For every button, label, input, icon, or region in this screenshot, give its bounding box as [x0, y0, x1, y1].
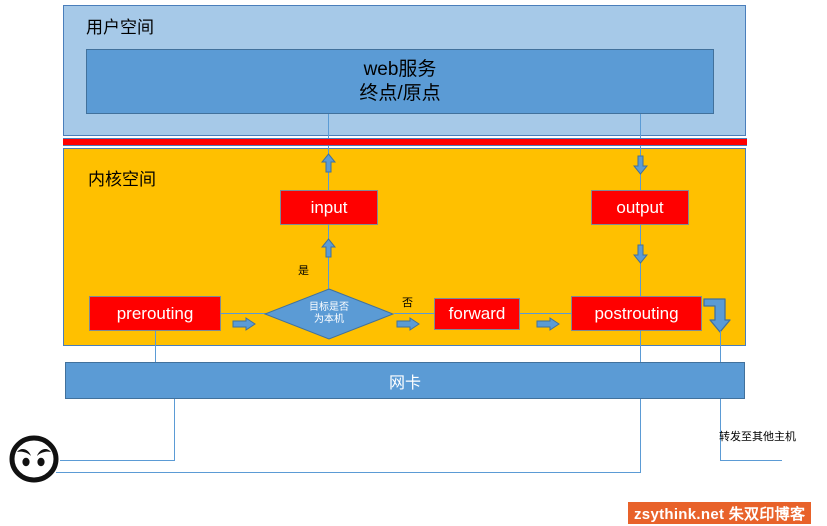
forward-other-hosts-label: 转发至其他主机: [719, 431, 796, 443]
arrow-down-to-output-icon: [633, 155, 648, 175]
output-chain-box: output: [591, 190, 689, 225]
connector-web-to-input: [328, 114, 329, 140]
prerouting-chain-box: prerouting: [89, 296, 221, 331]
arrow-up-to-input-icon: [321, 238, 336, 258]
postrouting-chain-box: postrouting: [571, 296, 702, 331]
connector-decision-to-forward: [394, 313, 434, 314]
input-chain-box: input: [280, 190, 378, 225]
decision-yes-label: 是: [298, 265, 309, 277]
decision-diamond-shape: [264, 288, 394, 340]
angry-face-icon: [9, 435, 59, 483]
connector-nic-in-down: [174, 399, 175, 461]
arrow-right-prerouting-icon: [232, 317, 256, 331]
arrow-right-to-forward-icon: [396, 317, 420, 331]
watermark: zsythink.net 朱双印博客: [628, 502, 812, 524]
connector-prerouting-to-nic: [155, 331, 156, 362]
network-card-box: 网卡: [65, 362, 745, 399]
web-service-label-line1: web服务: [363, 58, 437, 80]
connector-forward-other-right: [720, 460, 782, 461]
decision-diamond: 目标是否 为本机: [264, 288, 394, 340]
diagram-canvas: 用户空间 web服务 终点/原点 内核空间 input output 是 pre…: [0, 0, 827, 526]
connector-elbow-to-nic: [720, 331, 721, 362]
connector-postrouting-to-nic: [640, 331, 641, 362]
arrow-down-to-postrouting-icon: [633, 244, 648, 264]
userspace-kernelspace-separator: [63, 138, 747, 146]
web-service-box: web服务 终点/原点: [86, 49, 714, 114]
connector-nic-in-to-face: [60, 460, 175, 461]
forward-chain-box: forward: [434, 298, 520, 330]
decision-no-label: 否: [402, 297, 413, 309]
connector-nic-out-to-face: [56, 472, 641, 473]
connector-forward-to-postrouting: [520, 313, 571, 314]
connector-prerouting-to-decision: [221, 313, 266, 314]
web-service-label-line2: 终点/原点: [359, 82, 441, 104]
kernelspace-label: 内核空间: [88, 170, 156, 189]
arrow-right-to-postrouting-icon: [536, 317, 560, 331]
userspace-label: 用户空间: [86, 18, 154, 37]
connector-nic-out-down: [640, 399, 641, 472]
arrow-up-to-userspace-icon: [321, 153, 336, 173]
connector-web-to-output: [640, 114, 641, 140]
arrow-elbow-postrouting-out-icon: [703, 298, 731, 333]
